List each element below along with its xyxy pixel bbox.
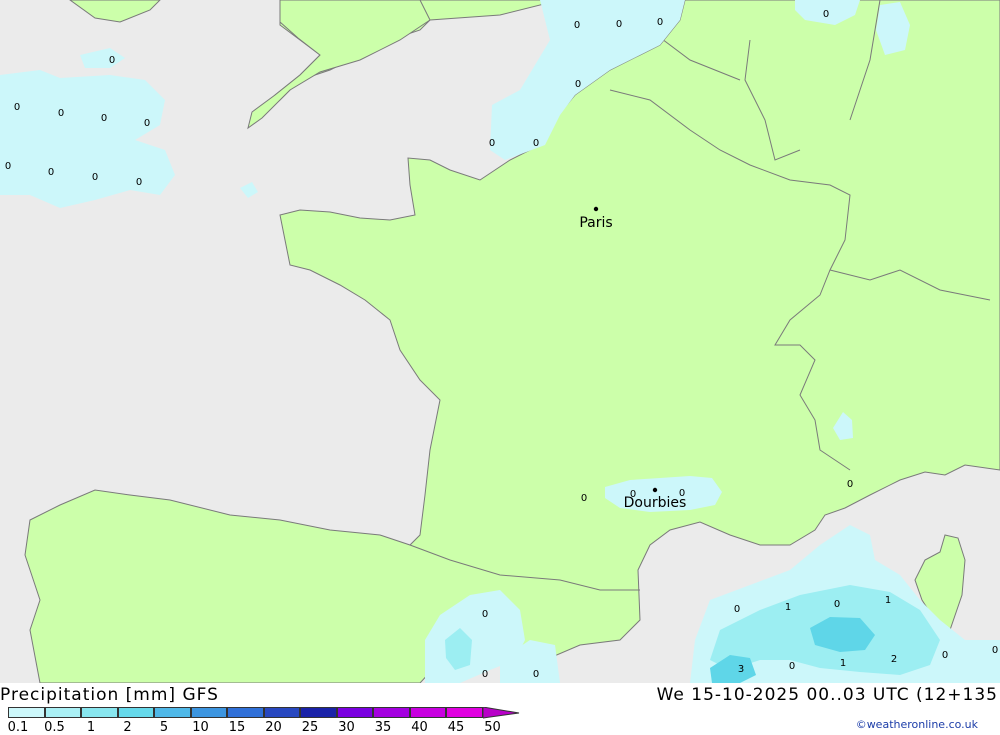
value-label: 0 (109, 55, 115, 66)
legend-swatch (373, 707, 410, 718)
legend-swatch (263, 707, 300, 718)
precip-channel-small (240, 182, 258, 198)
value-label: 1 (785, 602, 791, 613)
city-label: Dourbies (624, 495, 687, 511)
value-label: 0 (657, 17, 663, 28)
legend-swatch (336, 707, 373, 718)
city-label: Paris (579, 215, 612, 231)
value-label: 0 (533, 138, 539, 149)
value-label: 0 (136, 177, 142, 188)
legend-swatch (190, 707, 227, 718)
value-label: 0 (574, 20, 580, 31)
value-label: 2 (891, 654, 897, 665)
legend-swatch (300, 707, 337, 718)
precip-atlantic (0, 70, 175, 208)
value-label: 0 (48, 167, 54, 178)
value-label: 0 (14, 102, 20, 113)
value-label: 0 (616, 19, 622, 30)
land-cornwall (247, 0, 431, 130)
value-label: 0 (575, 79, 581, 90)
value-label: 0 (823, 9, 829, 20)
precip-small-north (80, 48, 125, 68)
value-label: 0 (581, 493, 587, 504)
legend-swatch (44, 707, 81, 718)
value-label: 0 (942, 650, 948, 661)
value-label: 0 (847, 479, 853, 490)
map-title: Precipitation [mm] GFS (0, 685, 219, 705)
value-label: 1 (885, 595, 891, 606)
legend-swatch (81, 707, 118, 718)
legend-swatch (446, 707, 483, 718)
value-label: 0 (5, 161, 11, 172)
value-label: 0 (789, 661, 795, 672)
legend-swatch (409, 707, 446, 718)
land-ireland (69, 0, 161, 23)
value-label: 0 (482, 609, 488, 620)
city-marker (652, 487, 658, 493)
credit-link[interactable]: ©weatheronline.co.uk (856, 718, 978, 731)
precipitation-map: 0 0 0 0 0 0 0 0 0 0 0 0 0 0 0 0 0 0 0 0 … (0, 0, 1000, 683)
value-label: 0 (101, 113, 107, 124)
value-label: 0 (834, 599, 840, 610)
value-label: 3 (738, 664, 744, 675)
value-label: 0 (92, 172, 98, 183)
legend-swatch (154, 707, 191, 718)
value-label: 0 (533, 669, 539, 680)
value-label: 0 (144, 118, 150, 129)
legend-swatch (117, 707, 154, 718)
value-label: 0 (992, 645, 998, 656)
legend-swatch (8, 707, 45, 718)
map-canvas: 0 0 0 0 0 0 0 0 0 0 0 0 0 0 0 0 0 0 0 0 … (0, 0, 1000, 683)
legend-arrow (482, 707, 519, 719)
value-label: 0 (482, 669, 488, 680)
value-label: 1 (840, 658, 846, 669)
forecast-datetime: We 15-10-2025 00..03 UTC (12+135 (656, 685, 998, 705)
value-label: 0 (489, 138, 495, 149)
value-label: 0 (734, 604, 740, 615)
value-label: 0 (58, 108, 64, 119)
legend-swatch (227, 707, 264, 718)
city-marker (593, 206, 599, 212)
